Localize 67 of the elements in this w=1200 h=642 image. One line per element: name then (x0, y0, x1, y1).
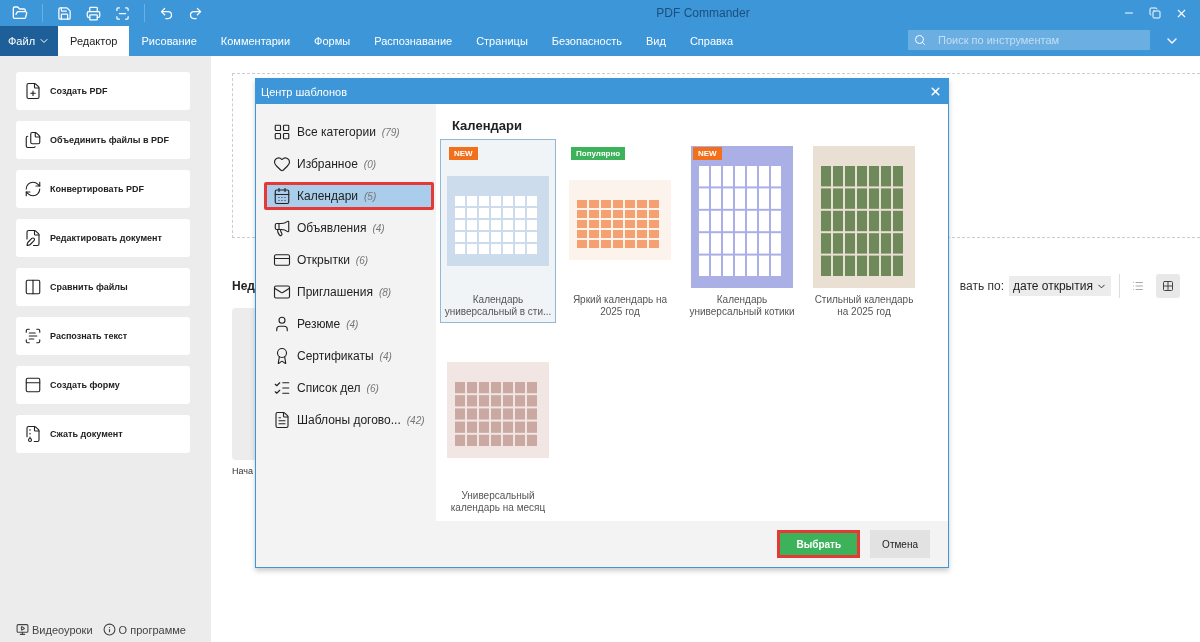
category-item[interactable]: Избранное (0) (264, 150, 434, 178)
category-item[interactable]: Список дел (6) (264, 374, 434, 402)
search-input[interactable]: Поиск по инструментам (936, 33, 1144, 47)
refresh-icon (24, 180, 42, 198)
dialog-title: Центр шаблонов (261, 85, 347, 98)
window-title: PDF Commander (655, 6, 751, 20)
tool-button[interactable]: Редактировать документ (16, 219, 190, 257)
template-badge: NEW (693, 147, 722, 160)
tool-button[interactable]: Распознать текст (16, 317, 190, 355)
tool-button[interactable]: Объединить файлы в PDF (16, 121, 190, 159)
scan-text-icon (24, 327, 42, 345)
grid-icon (1162, 279, 1174, 293)
footer-link[interactable]: Видеоуроки (16, 623, 93, 636)
category-item[interactable]: Открытки (6) (264, 246, 434, 274)
grid-icon (273, 123, 291, 141)
info-icon (102, 623, 116, 636)
list-icon (1132, 279, 1144, 293)
template-badge: NEW (449, 147, 478, 160)
tool-button[interactable]: Создать PDF (16, 72, 190, 110)
category-item[interactable]: Резюме (4) (264, 310, 434, 338)
category-item[interactable]: Календари (5) (264, 182, 434, 210)
tool-button[interactable]: Конвертировать PDF (16, 170, 190, 208)
video-icon (16, 623, 29, 636)
tool-button[interactable]: Сжать документ (16, 415, 190, 453)
category-item[interactable]: Объявления (4) (264, 214, 434, 242)
grid-view-button[interactable] (1156, 274, 1180, 298)
document-icon (273, 411, 291, 429)
person-icon (273, 315, 291, 333)
search-bar[interactable]: Поиск по инструментам (908, 30, 1150, 50)
category-heading: Календари (452, 118, 523, 133)
megaphone-icon (273, 219, 291, 237)
save-icon[interactable] (57, 5, 72, 21)
calendar-icon (273, 187, 291, 205)
heart-icon (273, 155, 291, 173)
printer-icon[interactable] (86, 5, 101, 21)
file-plus-icon (24, 82, 42, 100)
archive-icon (24, 425, 42, 443)
file-edit-icon (24, 229, 42, 247)
template-card[interactable]: NEW Календарь универсальный в сти... (440, 139, 556, 323)
sort-label: вать по: (959, 279, 1004, 293)
files-icon (24, 131, 42, 149)
search-icon (914, 34, 926, 46)
category-item[interactable]: Приглашения (8) (264, 278, 434, 306)
menu-tab[interactable]: Редактор (58, 26, 130, 56)
restore-icon[interactable] (1149, 7, 1161, 19)
category-item[interactable]: Сертификаты (4) (264, 342, 434, 370)
category-item[interactable]: Шаблоны догово... (42) (264, 406, 434, 434)
form-icon (24, 376, 42, 394)
scanner-icon[interactable] (115, 5, 130, 21)
checklist-icon (273, 379, 291, 397)
card-icon (273, 251, 291, 269)
category-item[interactable]: Все категории (79) (264, 118, 434, 146)
envelope-icon (273, 283, 291, 301)
sort-dropdown[interactable]: дате открытия (1009, 276, 1111, 296)
redo-icon[interactable] (188, 5, 203, 21)
file-menu[interactable]: Файл (0, 26, 59, 56)
undo-icon[interactable] (159, 5, 174, 21)
section-heading: Нед (232, 279, 255, 293)
tool-button[interactable]: Сравнить файлы (16, 268, 190, 306)
template-badge: Популярно (571, 147, 626, 160)
columns-icon (24, 278, 42, 296)
tool-button[interactable]: Создать форму (16, 366, 190, 404)
folder-icon[interactable] (12, 5, 28, 21)
file-name: Нача (232, 466, 254, 476)
footer-link[interactable]: О программе (102, 623, 186, 636)
close-button[interactable] (929, 85, 942, 98)
cancel-button[interactable]: Отмена (870, 530, 930, 558)
